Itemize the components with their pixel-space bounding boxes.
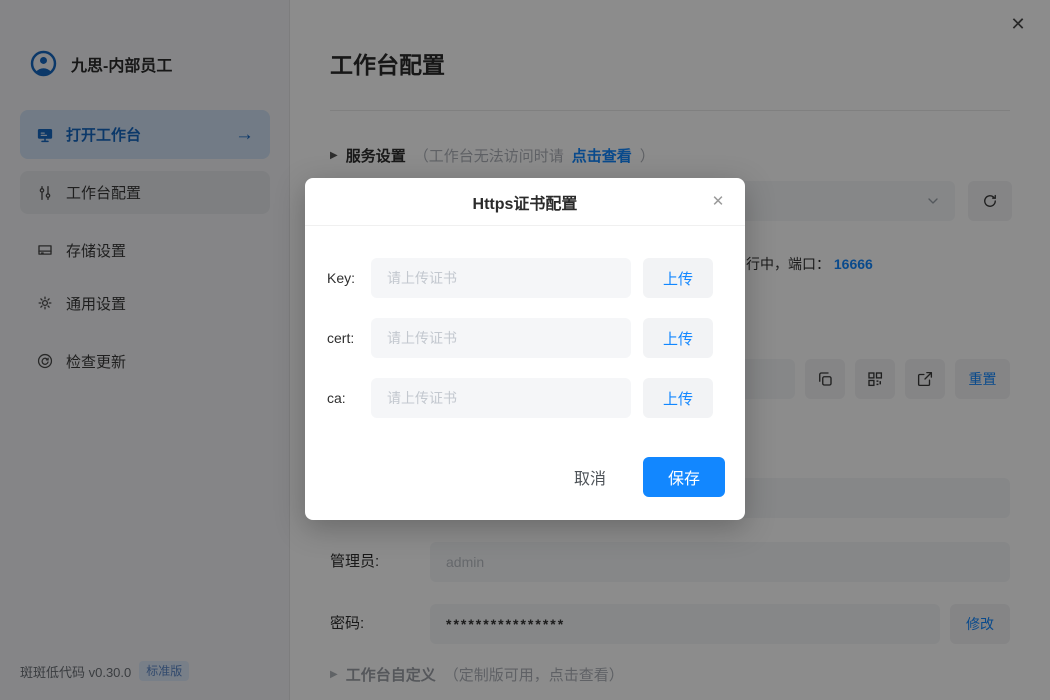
cert-upload-button[interactable]: 上传 — [643, 318, 713, 358]
https-cert-modal: Https证书配置 ✕ Key: 上传 cert: 上传 ca: 上传 取消 保… — [305, 178, 745, 520]
cert-cert-row: cert: 上传 — [305, 318, 745, 358]
app-window: 九思-内部员工 打开工作台 → 工作台配置 存储设置 通用设置 检查更新 斑斑低… — [0, 0, 1050, 700]
key-label: Key: — [327, 270, 356, 286]
cert-key-row: Key: 上传 — [305, 258, 745, 298]
save-button[interactable]: 保存 — [643, 457, 725, 497]
ca-upload-button[interactable]: 上传 — [643, 378, 713, 418]
cert-ca-row: ca: 上传 — [305, 378, 745, 418]
modal-header: Https证书配置 ✕ — [305, 178, 745, 226]
ca-cert-input[interactable] — [371, 378, 631, 418]
modal-footer: 取消 保存 — [305, 457, 745, 497]
modal-close-icon[interactable]: ✕ — [707, 191, 729, 213]
cert-cert-input[interactable] — [371, 318, 631, 358]
key-upload-button[interactable]: 上传 — [643, 258, 713, 298]
key-cert-input[interactable] — [371, 258, 631, 298]
modal-title: Https证书配置 — [472, 195, 578, 213]
cancel-button[interactable]: 取消 — [555, 457, 625, 497]
cert-label: cert: — [327, 330, 355, 346]
ca-label: ca: — [327, 390, 346, 406]
